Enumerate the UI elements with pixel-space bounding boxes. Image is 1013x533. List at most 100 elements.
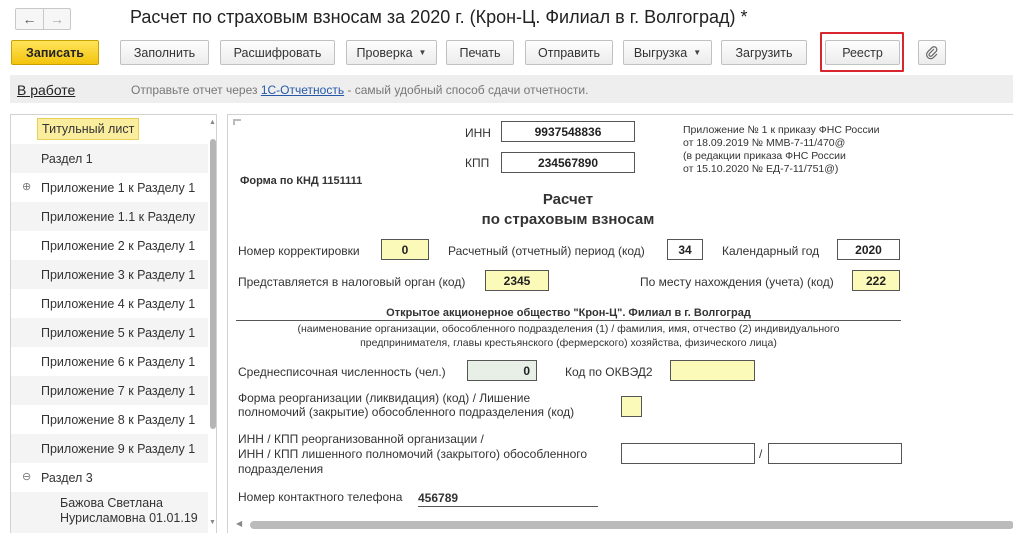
scroll-down-icon[interactable]: ▼ [209,519,216,526]
location-field[interactable]: 222 [852,270,900,291]
phone-field[interactable]: 456789 [418,491,598,507]
okved-field[interactable] [670,360,755,381]
phone-label: Номер контактного телефона [238,490,403,504]
scroll-left-icon[interactable]: ◀ [236,519,242,528]
nav-item-section-3[interactable]: ⊖ Раздел 3 [11,463,209,492]
nav-item-label: Титульный лист [37,118,140,140]
appendix-note: Приложение № 1 к приказу ФНС России от 1… [683,124,879,176]
slash-separator: / [759,447,763,461]
correction-label: Номер корректировки [238,244,360,258]
nav-item-appendix-9[interactable]: Приложение 9 к Разделу 1 [11,434,209,463]
period-field[interactable]: 34 [667,239,703,260]
1c-reporting-link[interactable]: 1С-Отчетность [261,83,344,97]
nav-item-label: Приложение 4 к Разделу 1 [41,297,196,311]
headcount-label: Среднесписочная численность (чел.) [238,365,446,379]
form-panel: ИНН 9937548836 КПП 234567890 Приложение … [227,114,1013,533]
scroll-up-icon[interactable]: ▲ [209,119,216,126]
paperclip-icon [926,45,938,59]
nav-item-employee[interactable]: Бажова Светлана Нурисламовна 01.01.19 [11,492,209,533]
scrollbar-thumb[interactable] [210,139,216,429]
org-name[interactable]: Открытое акционерное общество "Крон-Ц". … [236,307,901,321]
nav-item-section-1[interactable]: Раздел 1 [11,144,209,173]
nav-item-label: Приложение 2 к Разделу 1 [41,239,196,253]
corner-marker [233,119,241,125]
nav-item-appendix-2[interactable]: Приложение 2 к Разделу 1 [11,231,209,260]
fill-button[interactable]: Заполнить [120,40,209,65]
form-heading-2: по страховым взносам [481,211,655,228]
nav-item-label: Приложение 9 к Разделу 1 [41,442,196,456]
appendix-note-line: (в редакции приказа ФНС России [683,150,846,162]
appendix-note-line: Приложение № 1 к приказу ФНС России [683,124,880,136]
print-button[interactable]: Печать [446,40,514,65]
expand-icon[interactable]: ⊕ [22,180,31,193]
reorg-kpp-field[interactable] [768,443,902,464]
nav-item-appendix-1[interactable]: ⊕ Приложение 1 к Разделу 1 [11,173,209,202]
sections-panel: Титульный лист Раздел 1 ⊕ Приложение 1 к … [10,114,217,533]
check-button-label: Проверка [356,45,413,60]
reorg-inn-label-3: подразделения [238,462,324,476]
knd-code: Форма по КНД 1151111 [240,175,363,187]
decode-button[interactable]: Расшифровать [220,40,335,65]
inn-label: ИНН [465,126,491,140]
nav-item-label: Приложение 1.1 к Разделу [41,210,196,224]
year-label: Календарный год [722,244,820,258]
nav-item-appendix-8[interactable]: Приложение 8 к Разделу 1 [11,405,209,434]
nav-item-label: Приложение 6 к Разделу 1 [41,355,196,369]
nav-item-title-page[interactable]: Титульный лист [11,115,209,144]
correction-field[interactable]: 0 [381,239,429,260]
export-button-label: Выгрузка [633,45,688,60]
reorg-label-1: Форма реорганизации (ликвидация) (код) /… [238,391,531,405]
appendix-note-line: от 18.09.2019 № ММВ-7-11/470@ [683,137,846,149]
attach-button[interactable] [918,40,946,65]
nav-item-label: Приложение 8 к Разделу 1 [41,413,196,427]
reorg-inn-field[interactable] [621,443,755,464]
headcount-field[interactable]: 0 [467,360,537,381]
nav-item-label: Приложение 3 к Разделу 1 [41,268,196,282]
export-button[interactable]: Выгрузка ▼ [623,40,712,65]
kpp-label: КПП [465,156,490,170]
period-label: Расчетный (отчетный) период (код) [448,244,645,258]
nav-item-appendix-1-1[interactable]: Приложение 1.1 к Разделу [11,202,209,231]
info-message: Отправьте отчет через 1С-Отчетность - са… [131,83,588,97]
inn-field[interactable]: 9937548836 [501,121,635,142]
nav-item-appendix-5[interactable]: Приложение 5 к Разделу 1 [11,318,209,347]
nav-item-label: Приложение 1 к Разделу 1 [41,181,196,195]
arrow-left-icon: ← [22,11,37,27]
registry-highlight [820,32,904,72]
appendix-note-line: от 15.10.2020 № ЕД-7-11/751@) [683,163,839,175]
status-link[interactable]: В работе [17,82,75,98]
reorg-field[interactable] [621,396,642,417]
chevron-down-icon: ▼ [693,48,702,57]
save-button[interactable]: Записать [11,40,99,65]
info-message-before: Отправьте отчет через [131,83,261,97]
nav-item-label: Бажова Светлана Нурисламовна 01.01.19 [60,496,198,525]
info-message-after: - самый удобный способ сдачи отчетности. [344,83,589,97]
tax-authority-label: Представляется в налоговый орган (код) [238,275,466,289]
collapse-icon[interactable]: ⊖ [22,470,31,483]
import-button[interactable]: Загрузить [721,40,807,65]
nav-item-appendix-4[interactable]: Приложение 4 к Разделу 1 [11,289,209,318]
sections-scrollbar[interactable]: ▲ ▼ [208,115,216,533]
nav-item-appendix-7[interactable]: Приложение 7 к Разделу 1 [11,376,209,405]
nav-item-appendix-3[interactable]: Приложение 3 к Разделу 1 [11,260,209,289]
location-label: По месту нахождения (учета) (код) [640,275,834,289]
check-button[interactable]: Проверка ▼ [346,40,437,65]
org-note-2: предпринимателя, главы крестьянского (фе… [360,337,777,349]
year-field[interactable]: 2020 [837,239,900,260]
arrow-right-icon: → [50,11,64,27]
send-button[interactable]: Отправить [525,40,613,65]
okved-label: Код по ОКВЭД2 [565,365,653,379]
kpp-field[interactable]: 234567890 [501,152,635,173]
reorg-label-2: полномочий (закрытие) обособленного подр… [238,405,575,419]
window-title: Расчет по страховым взносам за 2020 г. (… [130,7,748,27]
nav-item-label: Приложение 5 к Разделу 1 [41,326,196,340]
tax-authority-field[interactable]: 2345 [485,270,549,291]
nav-item-appendix-6[interactable]: Приложение 6 к Разделу 1 [11,347,209,376]
nav-item-label: Приложение 7 к Разделу 1 [41,384,196,398]
reorg-inn-label-1: ИНН / КПП реорганизованной организации / [238,432,484,446]
nav-item-label: Раздел 3 [41,471,93,485]
form-horizontal-scrollbar[interactable] [250,521,1013,529]
back-button[interactable]: ← [15,8,43,30]
reorg-inn-label-2: ИНН / КПП лишенного полномочий (закрытог… [238,447,588,461]
forward-button[interactable]: → [43,8,71,30]
